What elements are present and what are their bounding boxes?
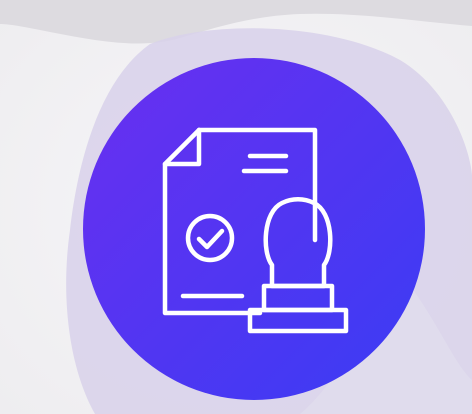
illustration-scene	[0, 0, 472, 414]
badge-circle	[83, 58, 425, 400]
illustration-canvas	[0, 0, 472, 414]
